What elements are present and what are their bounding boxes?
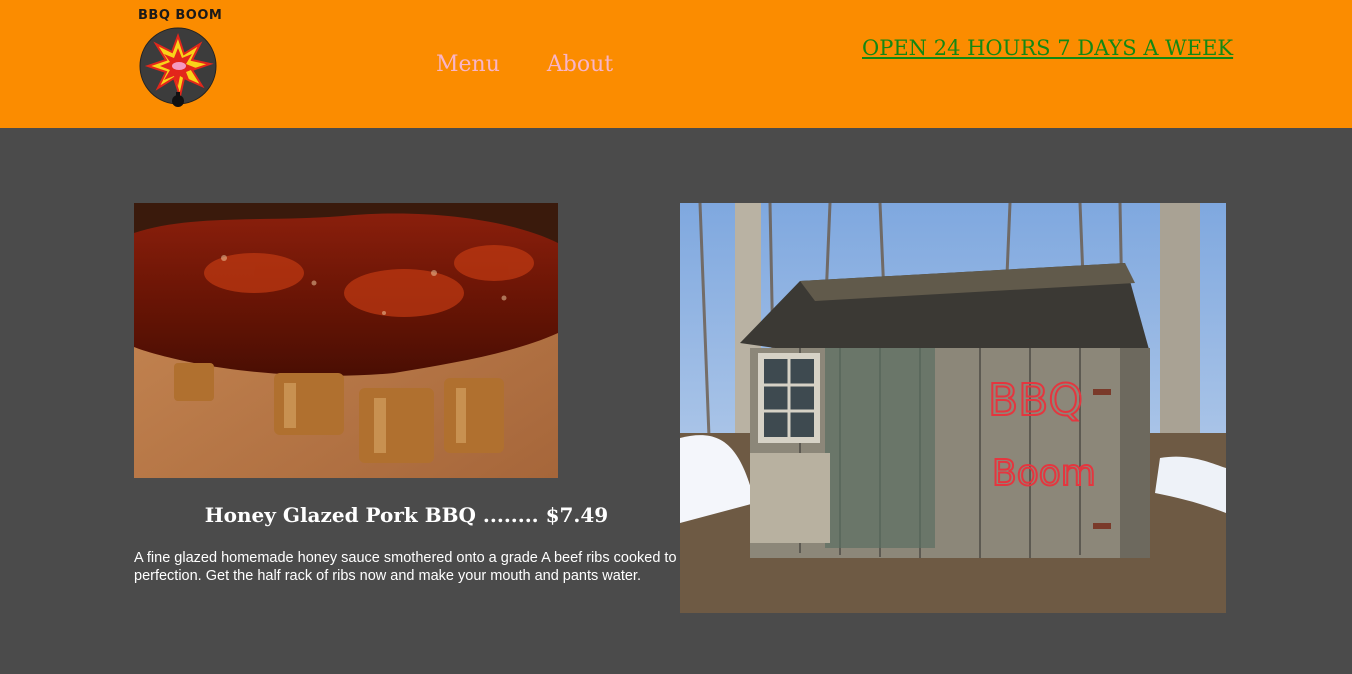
graffiti-bbq: BBQ xyxy=(988,375,1083,426)
menu-item-description: A fine glazed homemade honey sauce smoth… xyxy=(134,550,677,584)
glazed-ribs-photo xyxy=(134,203,558,478)
menu-item-title: Honey Glazed Pork BBQ ........ $7.49 xyxy=(204,503,609,527)
site-header: BBQ BOOM Menu About OPEN 24 HOURS 7 DAYS… xyxy=(0,0,1352,128)
explosion-bomb-logo-icon xyxy=(139,27,217,107)
hours-link[interactable]: OPEN 24 HOURS 7 DAYS A WEEK xyxy=(862,36,1233,60)
brand-logo[interactable]: BBQ BOOM xyxy=(132,8,232,112)
shed-photo: BBQ Boom xyxy=(680,203,1226,613)
nav-link-menu[interactable]: Menu xyxy=(436,52,500,77)
nav-link-about[interactable]: About xyxy=(547,52,613,77)
brand-name: BBQ BOOM xyxy=(138,8,223,23)
graffiti-boom: Boom xyxy=(992,453,1096,494)
main-nav: Menu About xyxy=(436,52,653,77)
